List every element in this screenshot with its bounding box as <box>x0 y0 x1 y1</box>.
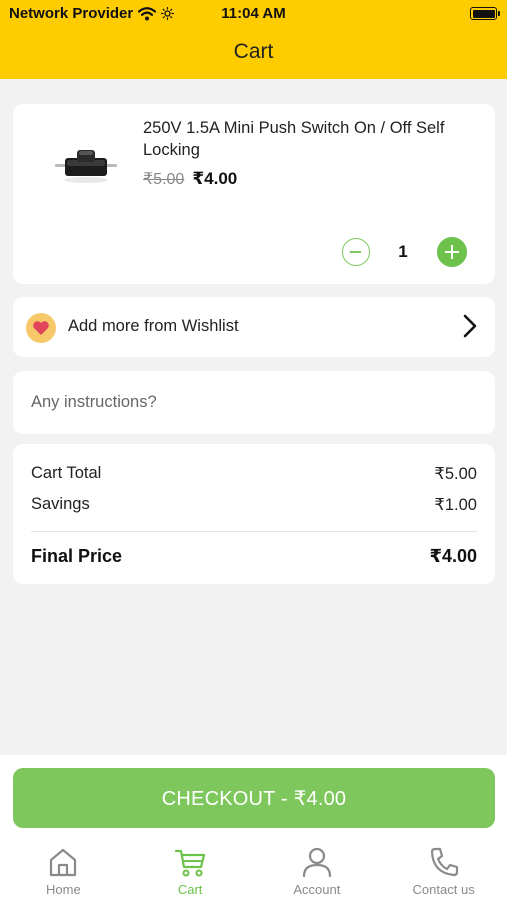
heart-icon <box>26 313 56 343</box>
cart-item-card: 250V 1.5A Mini Push Switch On / Off Self… <box>13 104 495 284</box>
current-price: ₹4.00 <box>192 169 238 188</box>
home-icon <box>50 848 77 877</box>
tab-contact-label: Contact us <box>412 882 475 897</box>
wishlist-label: Add more from Wishlist <box>68 317 239 335</box>
instructions-card <box>13 371 495 434</box>
tab-account[interactable]: Account <box>254 840 381 900</box>
final-price-row: Final Price ₹4.00 <box>31 546 477 567</box>
savings-label: Savings <box>31 495 90 513</box>
status-bar: Network Provider 11:04 AM <box>0 0 507 28</box>
price-summary-card: Cart Total ₹5.00 Savings ₹1.00 Final Pri… <box>13 444 495 584</box>
quantity-value: 1 <box>398 242 408 261</box>
savings-value: ₹1.00 <box>434 496 477 514</box>
chevron-right-icon <box>463 314 477 338</box>
minus-circle-icon[interactable] <box>342 238 370 266</box>
original-price: ₹5.00 <box>143 171 185 188</box>
tab-account-label: Account <box>293 882 341 897</box>
add-from-wishlist-row[interactable]: Add more from Wishlist <box>13 297 495 357</box>
product-name[interactable]: 250V 1.5A Mini Push Switch On / Off Self… <box>143 117 463 161</box>
cart-icon <box>175 849 206 877</box>
tab-bar: Home Cart Account Contact us <box>0 840 507 900</box>
tab-cart-label: Cart <box>177 882 203 897</box>
cart-total-row: Cart Total ₹5.00 <box>31 464 477 484</box>
final-price-value: ₹4.00 <box>429 546 477 566</box>
battery-full-icon <box>470 7 500 20</box>
push-switch-product-image <box>55 150 117 183</box>
page-title: Cart <box>233 40 274 63</box>
price-row: ₹5.00 ₹4.00 <box>143 169 237 189</box>
instructions-input[interactable] <box>13 371 495 434</box>
status-time: 11:04 AM <box>221 5 286 22</box>
summary-divider <box>31 531 477 532</box>
tab-home-label: Home <box>46 882 81 897</box>
checkout-button[interactable]: CHECKOUT - ₹4.00 <box>13 768 495 828</box>
account-icon <box>302 847 331 878</box>
final-price-label: Final Price <box>31 546 123 566</box>
phone-icon <box>430 847 458 877</box>
header-bar: Network Provider 11:04 AM Cart <box>0 0 507 79</box>
tab-home[interactable]: Home <box>0 840 127 900</box>
cart-total-label: Cart Total <box>31 464 102 482</box>
plus-circle-icon[interactable] <box>437 237 467 267</box>
tab-contact-us[interactable]: Contact us <box>380 840 507 900</box>
savings-row: Savings ₹1.00 <box>31 495 477 515</box>
tab-cart[interactable]: Cart <box>127 840 254 900</box>
cart-total-value: ₹5.00 <box>434 465 477 483</box>
